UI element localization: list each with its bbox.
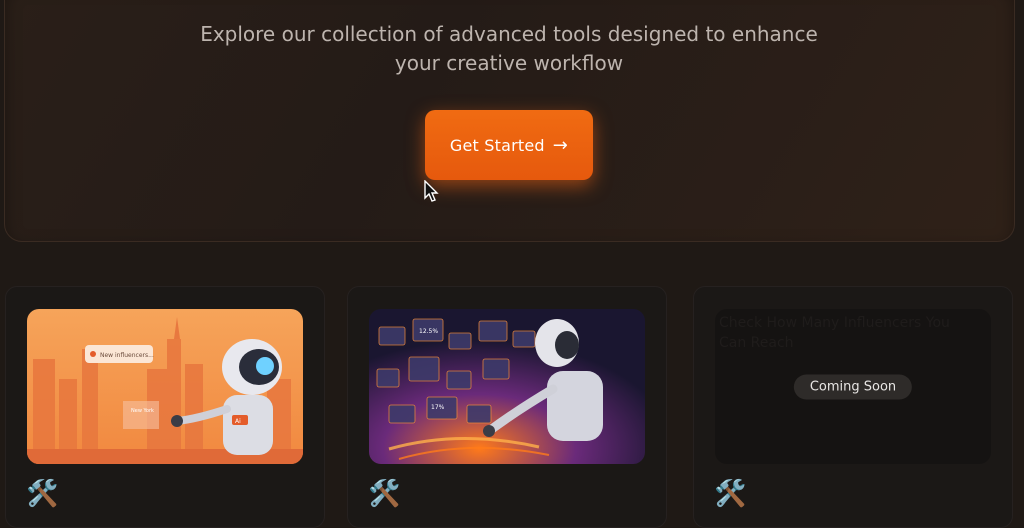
hammer-and-wrench-icon: 🛠️ — [368, 479, 401, 509]
tool-card-1[interactable]: New influencers... New York Ai 🛠️ — [5, 286, 325, 528]
card-3-title-ghost: Check How Many Influencers You Can Reach — [719, 315, 950, 351]
tool-card-2[interactable]: 12.5% 17% 🛠️ — [347, 286, 667, 528]
tool-card-3[interactable]: Check How Many Influencers You Can Reach… — [693, 286, 1013, 528]
tool-card-1-thumbnail: New influencers... New York Ai — [27, 309, 303, 464]
get-started-button[interactable]: Get Started → — [425, 110, 593, 180]
robot-dashboard-illustration: 12.5% 17% — [369, 309, 645, 464]
tool-card-3-thumbnail: Check How Many Influencers You Can Reach… — [715, 309, 991, 464]
hero-subtitle: Explore our collection of advanced tools… — [150, 20, 868, 78]
robot-badge-text: Ai — [235, 418, 241, 425]
coming-soon-badge: Coming Soon — [793, 374, 913, 399]
thumb-search-text: New influencers... — [100, 352, 154, 359]
tool-card-2-thumbnail: 12.5% 17% — [369, 309, 645, 464]
hammer-and-wrench-icon: 🛠️ — [26, 479, 59, 509]
hero-subtitle-line-1: Explore our collection of advanced tools… — [200, 22, 818, 46]
floating-label-a: 12.5% — [419, 328, 438, 335]
thumb-city-text: New York — [131, 408, 154, 414]
robot-city-illustration: New influencers... New York Ai — [27, 309, 303, 464]
arrow-right-icon: → — [552, 134, 569, 156]
mouse-pointer-icon — [424, 180, 439, 202]
floating-label-b: 17% — [431, 404, 445, 411]
hero-subtitle-line-2: your creative workflow — [394, 51, 624, 75]
get-started-label: Get Started — [449, 135, 545, 155]
hammer-and-wrench-icon: 🛠️ — [714, 479, 747, 509]
